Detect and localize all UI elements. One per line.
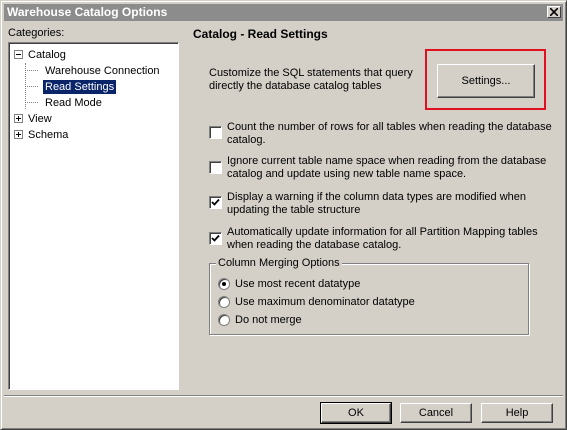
radio-selected-dot	[222, 282, 226, 286]
tree-connector	[25, 86, 38, 87]
checkbox-auto-update-partition[interactable]	[209, 232, 222, 245]
tree-item-schema[interactable]: Schema	[28, 128, 68, 142]
panel-description-line2: directly the database catalog tables	[209, 80, 382, 92]
tree-item-catalog[interactable]: Catalog	[28, 48, 66, 62]
checkmark-icon	[211, 198, 220, 206]
footer-separator	[4, 395, 563, 397]
tree-connector	[25, 102, 38, 103]
dialog-window: Warehouse Catalog Options Categories: Ca…	[0, 0, 567, 430]
option-ignore-namespace-text: Ignore current table name space when rea…	[227, 155, 547, 180]
option-display-warning-text: Display a warning if the column data typ…	[227, 191, 526, 216]
tree-connector	[25, 70, 38, 71]
tree-expander-view[interactable]	[14, 114, 23, 123]
tree-expander-catalog[interactable]	[14, 50, 23, 59]
checkbox-display-warning[interactable]	[209, 196, 222, 209]
window-title: Warehouse Catalog Options	[7, 5, 168, 19]
checkbox-ignore-namespace[interactable]	[209, 161, 222, 174]
plus-box-icon	[16, 132, 21, 137]
settings-button[interactable]: Settings...	[437, 64, 535, 98]
tree-expander-schema[interactable]	[14, 130, 23, 139]
panel-title: Catalog - Read Settings	[193, 27, 328, 41]
option-auto-update-partition-text: Automatically update information for all…	[227, 226, 538, 251]
help-button-label: Help	[505, 407, 529, 419]
categories-label: Categories:	[8, 27, 65, 39]
close-icon	[550, 8, 558, 16]
title-bar[interactable]: Warehouse Catalog Options	[4, 4, 563, 21]
checkbox-count-rows[interactable]	[209, 126, 222, 139]
radio-max-denominator[interactable]	[218, 296, 230, 308]
panel-description-line1: Customize the SQL statements that query	[209, 67, 413, 79]
radio-most-recent-label: Use most recent datatype	[235, 278, 361, 290]
tree-item-read-mode[interactable]: Read Mode	[45, 96, 102, 110]
tree-item-view[interactable]: View	[28, 112, 52, 126]
minus-box-icon	[16, 54, 21, 55]
settings-button-label: Settings...	[461, 75, 511, 87]
plus-box-icon	[16, 116, 21, 121]
tree-item-warehouse-connection[interactable]: Warehouse Connection	[45, 64, 160, 78]
radio-do-not-merge-label: Do not merge	[235, 314, 302, 326]
radio-most-recent[interactable]	[218, 278, 230, 290]
help-button[interactable]: Help	[481, 403, 553, 423]
checkmark-icon	[211, 234, 220, 242]
cancel-button[interactable]: Cancel	[400, 403, 472, 423]
tree-item-read-settings[interactable]: Read Settings	[43, 80, 117, 94]
option-count-rows-text: Count the number of rows for all tables …	[227, 121, 552, 146]
column-merging-legend: Column Merging Options	[216, 257, 342, 270]
close-button[interactable]	[547, 6, 561, 18]
radio-do-not-merge[interactable]	[218, 314, 230, 326]
ok-button-label: OK	[348, 407, 364, 419]
categories-tree[interactable]: Catalog Warehouse Connection Read Settin…	[8, 42, 179, 390]
cancel-button-label: Cancel	[418, 407, 454, 419]
ok-button[interactable]: OK	[320, 402, 392, 424]
radio-max-denominator-label: Use maximum denominator datatype	[235, 296, 415, 308]
